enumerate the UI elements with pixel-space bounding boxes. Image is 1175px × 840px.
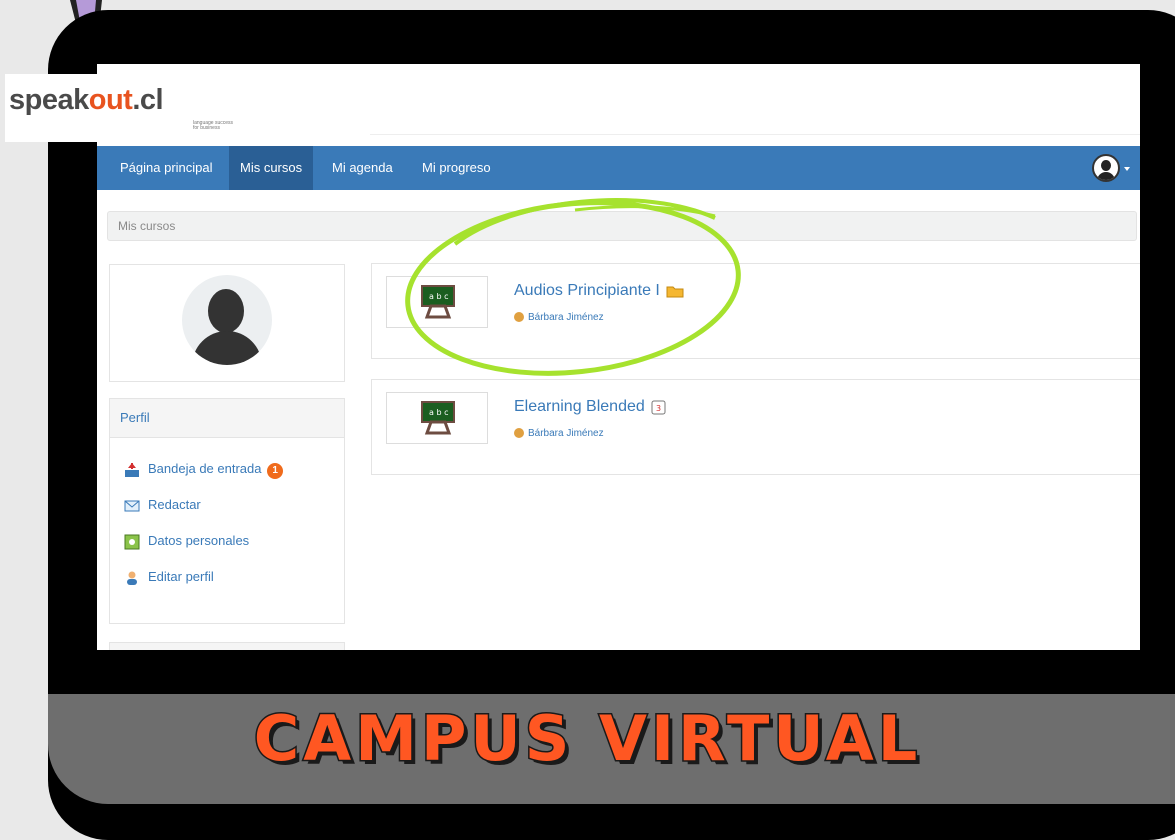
svg-text:3: 3 — [656, 404, 661, 413]
menu-item-label: Bandeja de entrada — [148, 461, 262, 476]
nav-my-courses[interactable]: Mis cursos — [229, 146, 314, 190]
teacher-icon — [514, 428, 524, 439]
nav-agenda[interactable]: Mi agenda — [321, 146, 404, 190]
user-icon[interactable] — [1092, 154, 1120, 182]
nav-home[interactable]: Página principal — [109, 146, 224, 190]
chevron-down-icon[interactable] — [1124, 167, 1130, 171]
avatar[interactable] — [182, 275, 272, 365]
compose-icon — [124, 498, 140, 514]
highlight-circle — [405, 198, 741, 376]
menu-item-label: Editar perfil — [148, 569, 214, 584]
course-title[interactable]: Elearning Blended — [514, 398, 645, 415]
menu-item-label: Datos personales — [148, 533, 250, 548]
menu-item-edit-profile[interactable]: Editar perfil — [124, 567, 214, 587]
unread-badge: 1 — [267, 463, 284, 479]
course-teacher[interactable]: Bárbara Jiménez — [514, 428, 604, 439]
menu-item-personal-data[interactable]: Datos personales — [124, 531, 249, 551]
course-card: a b c Elearning Blended 3 Bárbara Jiméne… — [371, 379, 1140, 475]
logo-wordmark: speakout.cl — [9, 84, 164, 116]
main-navbar: Página principal Mis cursos Mi agenda Mi… — [97, 146, 1140, 190]
profile-panel-title: Perfil — [110, 399, 344, 438]
menu-item-label: Redactar — [148, 497, 201, 512]
svg-text:a b c: a b c — [429, 408, 448, 417]
edit-profile-icon — [124, 570, 140, 586]
teacher-name[interactable]: Bárbara Jiménez — [528, 428, 604, 439]
course-title-link[interactable]: Elearning Blended 3 — [514, 398, 667, 416]
profile-panel: Perfil Bandeja de entrada 1 Redactar Dat… — [109, 398, 345, 624]
chalkboard-icon: a b c — [421, 401, 455, 435]
course-thumbnail[interactable]: a b c — [386, 392, 488, 444]
profile-picture-card — [109, 264, 345, 382]
nav-progress[interactable]: Mi progreso — [411, 146, 502, 190]
session-icon: 3 — [651, 400, 666, 415]
logo-tagline: language success for business — [193, 120, 234, 131]
speakout-logo: speakout.cl language success for business — [5, 74, 370, 142]
secondary-panel — [109, 642, 345, 650]
inbox-icon — [124, 462, 140, 478]
menu-item-inbox[interactable]: Bandeja de entrada 1 — [124, 459, 284, 479]
banner-title: CAMPUS VIRTUAL — [252, 701, 922, 777]
menu-item-compose[interactable]: Redactar — [124, 495, 201, 515]
personal-data-icon — [124, 534, 140, 550]
